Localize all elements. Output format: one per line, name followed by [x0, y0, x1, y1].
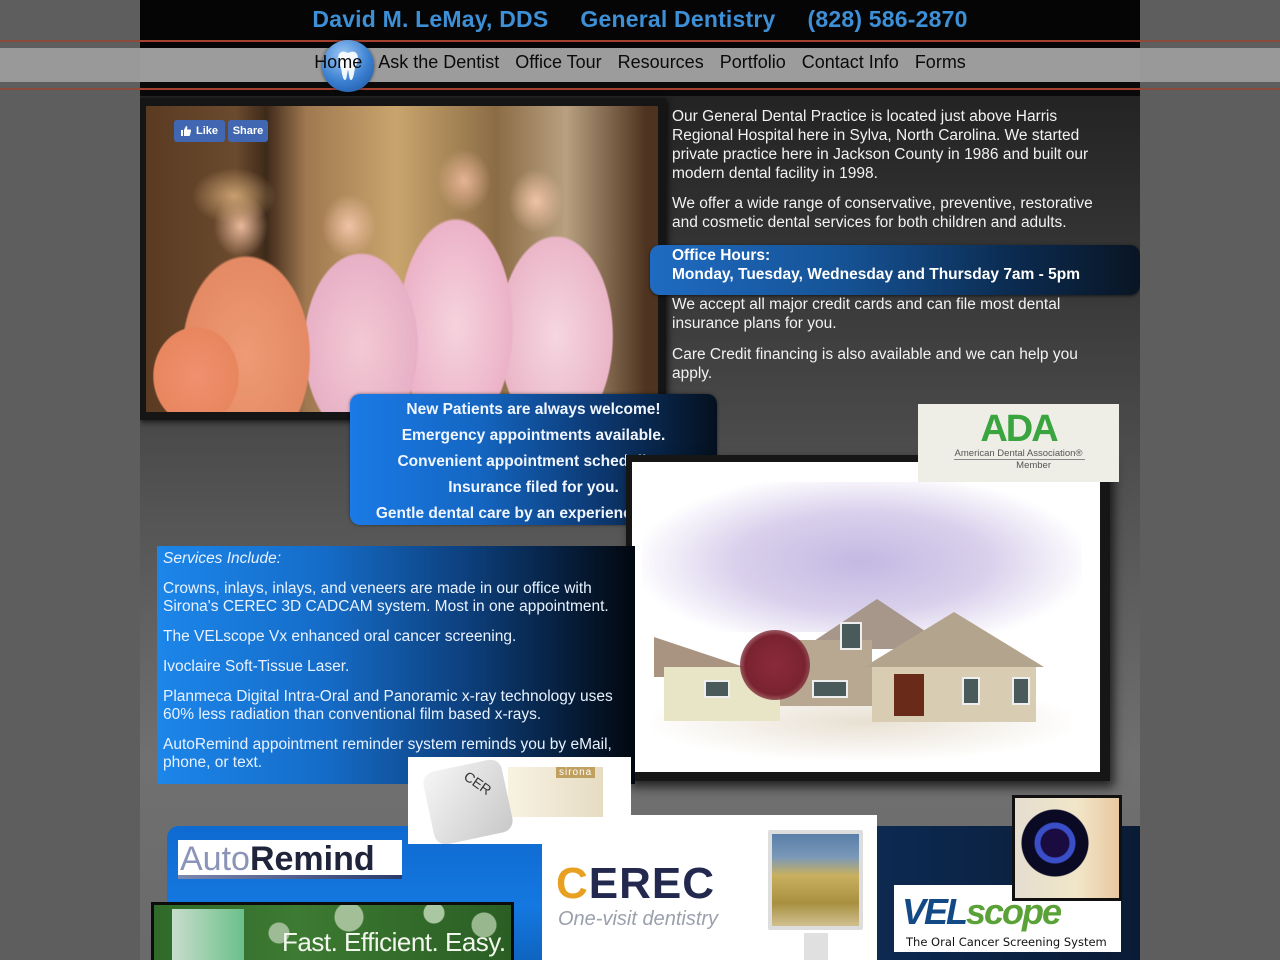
site-title: David M. LeMay, DDS General Dentistry (828… [140, 6, 1140, 33]
staff-photo-frame: Like Share [140, 98, 666, 420]
service-item: Ivoclaire Soft-Tissue Laser. [163, 658, 350, 675]
intro-paragraph: We accept all major credit cards and can… [672, 296, 1061, 332]
fast-efficient-easy-banner[interactable]: Fast. Efficient. Easy. [151, 902, 514, 960]
intro-text: Our General Dental Practice is located j… [672, 107, 1122, 243]
intro-paragraph: Care Credit financing is also available … [672, 346, 1078, 382]
thumbs-up-icon [181, 126, 192, 136]
services-heading: Services Include: [163, 550, 282, 567]
window [962, 677, 980, 705]
nav-portfolio[interactable]: Portfolio [720, 52, 786, 73]
dentist-name: David M. LeMay, DDS [312, 6, 549, 32]
ada-member: Member [954, 459, 1085, 471]
cerec-logo: CEREC [556, 859, 715, 909]
service-item: Crowns, inlays, inlays, and veneers are … [163, 580, 609, 615]
welcome-line: New Patients are always welcome! [406, 401, 661, 418]
cerec-c: C [556, 859, 589, 908]
office-building-photo [632, 462, 1100, 772]
autoremind-remind: Remind [249, 840, 375, 878]
nav-forms[interactable]: Forms [915, 52, 966, 73]
main-nav: Home Ask the Dentist Office Tour Resourc… [140, 52, 1140, 73]
office-hours-value: Monday, Tuesday, Wednesday and Thursday … [672, 266, 1080, 283]
staff-photo [146, 106, 658, 412]
cerec-monitor-image [768, 830, 863, 930]
ada-member-logo[interactable]: ADA American Dental Association® Member [918, 404, 1119, 482]
autoremind-logo[interactable]: AutoRemind [178, 840, 402, 879]
cerec-rest: EREC [588, 859, 716, 908]
front-door [894, 674, 924, 716]
practice-type: General Dentistry [580, 6, 776, 32]
facebook-like-button[interactable]: Like [174, 120, 225, 142]
payment-text: We accept all major credit cards and can… [672, 295, 1122, 395]
banner-text: Fast. Efficient. Easy. [282, 927, 506, 957]
nav-contact-info[interactable]: Contact Info [802, 52, 899, 73]
office-hours-banner: Office Hours: Monday, Tuesday, Wednesday… [650, 245, 1140, 295]
ada-name: American Dental Association® [954, 448, 1083, 459]
facebook-share-button[interactable]: Share [228, 120, 268, 142]
window [812, 680, 848, 698]
velscope-device-image [1015, 798, 1119, 898]
autoremind-auto: Auto [180, 840, 250, 878]
nav-ask-the-dentist[interactable]: Ask the Dentist [378, 52, 499, 73]
service-item: The VELscope Vx enhanced oral cancer scr… [163, 628, 517, 645]
cerec-tagline: One-visit dentistry [558, 908, 719, 930]
velscope-device-photo[interactable] [1012, 795, 1122, 901]
sirona-cerec-block-image[interactable]: CER sirona [408, 757, 631, 844]
red-maple-tree [740, 630, 810, 700]
phone-number[interactable]: (828) 586-2870 [808, 6, 968, 32]
monitor-stand [804, 933, 828, 960]
welcome-line: Emergency appointments available. [401, 427, 666, 444]
sirona-brand: sirona [556, 767, 596, 778]
divider-line [140, 90, 1140, 96]
ada-mark: ADA [980, 408, 1058, 450]
window [840, 622, 862, 650]
window [1012, 677, 1030, 705]
office-hours-title: Office Hours: [672, 247, 771, 264]
nav-resources[interactable]: Resources [618, 52, 704, 73]
page-container: David M. LeMay, DDS General Dentistry (828… [140, 0, 1140, 960]
service-item: Planmeca Digital Intra-Oral and Panorami… [163, 688, 613, 723]
divider-line [140, 40, 1140, 42]
window [704, 680, 730, 698]
porch-roof [864, 612, 1044, 667]
product-box [172, 909, 244, 960]
nav-office-tour[interactable]: Office Tour [515, 52, 601, 73]
velscope-vel: VEL [902, 891, 968, 932]
office-building-photo-frame [626, 455, 1110, 781]
banner-background: Fast. Efficient. Easy. [154, 905, 511, 960]
services-panel: Services Include: Crowns, inlays, inlays… [157, 546, 635, 784]
nav-home[interactable]: Home [314, 52, 362, 73]
like-label: Like [196, 125, 219, 137]
intro-paragraph: Our General Dental Practice is located j… [672, 108, 1089, 182]
intro-paragraph: We offer a wide range of conservative, p… [672, 195, 1093, 231]
velscope-tagline: The Oral Cancer Screening System [906, 935, 1107, 949]
